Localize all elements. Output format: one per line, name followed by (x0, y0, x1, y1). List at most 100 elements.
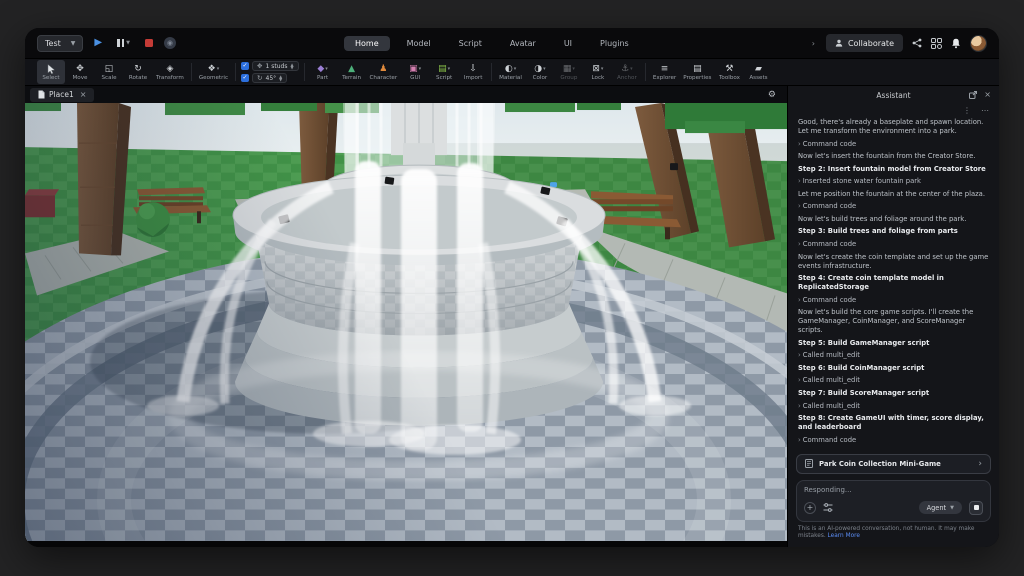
close-icon[interactable]: × (984, 91, 991, 99)
ribbon-tab[interactable]: UI (553, 36, 583, 51)
assistant-message: ›Now let's build trees and foliage aroun… (798, 215, 989, 224)
pause-button[interactable]: ▼ (113, 35, 134, 51)
stop-square-icon (974, 505, 979, 510)
insert-tools-group: ◆ ▾ Part ▲ ▾ Terrain ♟ ▾ (305, 59, 492, 85)
expand-chevron-icon[interactable]: › (798, 376, 801, 384)
geometric-icon: ❖ (208, 64, 216, 74)
assistant-message: ›Now let's build the core game scripts. … (798, 308, 989, 335)
studio-window: Test ▼ ▶ ▼ ◉ Home Model Script Avatar UI… (25, 28, 999, 547)
ribbon-tool[interactable]: ◑ ▾ Color (526, 60, 554, 84)
character-icon: ♟ (379, 64, 387, 74)
pause-icon (117, 39, 124, 47)
chevron-down-icon: ▾ (514, 66, 517, 72)
document-icon (38, 90, 45, 99)
ribbon-tool[interactable]: ⊠ ▾ Lock (584, 60, 612, 84)
ribbon-tool[interactable]: ▤ ▾ Properties (680, 60, 714, 84)
stepper-arrows-icon[interactable]: ▲▼ (279, 75, 282, 81)
ribbon-tool[interactable]: ▣ ▾ GUI (401, 60, 429, 84)
ribbon-tool[interactable]: ↻ ▾ Rotate (124, 60, 152, 84)
stepper-arrows-icon[interactable]: ▲▼ (290, 63, 293, 69)
material-sphere-icon: ◐ (505, 64, 513, 74)
tab-overflow-chevron-icon[interactable]: › (808, 39, 819, 48)
ribbon-tool[interactable]: ♟ ▾ Character (367, 60, 401, 84)
play-button[interactable]: ▶ (90, 35, 106, 51)
collaborate-button[interactable]: Collaborate (826, 34, 903, 52)
ribbon-tool[interactable]: ▰ ▾ Assets (744, 60, 772, 84)
ribbon-tool[interactable]: ◐ ▾ Material (496, 60, 525, 84)
chevron-down-icon: ▾ (572, 66, 575, 72)
expand-chevron-icon[interactable]: › (798, 177, 801, 185)
assistant-message: ›Step 4: Create coin template model in R… (798, 274, 989, 292)
ribbon-tool[interactable]: ⇩ ▾ Import (459, 60, 487, 84)
rotate-snap-field[interactable]: ↻ 45° ▲▼ (252, 73, 287, 83)
ribbon-tool[interactable]: ✥ ▾ Move (66, 60, 94, 84)
expand-chevron-icon[interactable]: › (798, 351, 801, 359)
group-icon: ▦ (563, 64, 572, 74)
learn-more-link[interactable]: Learn More (828, 533, 860, 539)
assistant-toggle-button[interactable] (931, 38, 942, 49)
transform-icon: ◈ (166, 64, 173, 74)
ribbon-tab[interactable]: Plugins (589, 36, 640, 51)
close-icon[interactable]: × (80, 90, 87, 99)
stop-button[interactable] (141, 35, 157, 51)
chevron-down-icon: ▾ (419, 66, 422, 72)
stop-generating-button[interactable] (969, 501, 983, 515)
artifact-card-mini-game[interactable]: Park Coin Collection Mini-Game › (796, 454, 991, 474)
more-options-icon[interactable]: ⋯ (981, 106, 989, 115)
chevron-down-icon: ▾ (601, 66, 604, 72)
expand-chevron-icon[interactable]: › (798, 296, 801, 304)
expand-chevron-icon[interactable]: › (798, 436, 801, 444)
ribbon-tab[interactable]: Model (396, 36, 442, 51)
share-button[interactable] (912, 38, 922, 48)
expand-chevron-icon[interactable]: › (798, 140, 801, 148)
ribbon-tool[interactable]: ⚓ ▾ Anchor (613, 60, 641, 84)
ribbon-tool[interactable]: ▾ Select (37, 60, 65, 84)
document-tab-place1[interactable]: Place1 × (30, 88, 94, 102)
playback-extra-button[interactable]: ◉ (164, 37, 176, 49)
assistant-title: Assistant (788, 91, 999, 100)
move-snap-checkbox[interactable]: ✓ (241, 62, 249, 70)
rotate-snap-checkbox[interactable]: ✓ (241, 74, 249, 82)
ribbon-tool[interactable]: ◆ ▾ Part (309, 60, 337, 84)
ribbon-tool[interactable]: ⚒ ▾ Toolbox (715, 60, 743, 84)
assistant-message: ›Now let's create the coin template and … (798, 253, 989, 271)
chevron-down-icon: ▾ (543, 66, 546, 72)
anchor-icon: ⚓ (621, 64, 629, 74)
assistant-panel: Assistant × ⋮ ⋯ ›Good, there's already a… (787, 86, 999, 547)
tune-sliders-icon[interactable] (823, 503, 833, 512)
ribbon-tool[interactable]: ◱ ▾ Scale (95, 60, 123, 84)
topbar-right-cluster: Collaborate (826, 34, 987, 52)
import-icon: ⇩ (469, 64, 477, 74)
part-cube-icon: ◆ (317, 64, 324, 74)
ribbon-tab[interactable]: Script (448, 36, 493, 51)
viewport-settings-gear-icon[interactable]: ⚙ (768, 90, 782, 100)
pop-out-icon[interactable] (969, 91, 977, 99)
ribbon-tool[interactable]: ❖ ▾ Geometric (196, 60, 231, 84)
move-snap-field[interactable]: ✥ 1 studs ▲▼ (252, 61, 298, 71)
test-mode-dropdown[interactable]: Test ▼ (37, 35, 83, 52)
ribbon-tool[interactable]: ▤ ▾ Script (430, 60, 458, 84)
ribbon-tool[interactable]: ≡ ▾ Explorer (650, 60, 679, 84)
ribbon-tab[interactable]: Avatar (499, 36, 547, 51)
agent-mode-dropdown[interactable]: Agent ▼ (919, 501, 962, 514)
user-avatar[interactable] (970, 35, 987, 52)
chevron-down-icon: ▼ (950, 505, 954, 511)
apps-grid-icon (931, 38, 942, 49)
attach-plus-button[interactable]: + (804, 502, 816, 514)
assistant-message: ›Inserted stone water fountain park (798, 177, 989, 186)
kebab-menu-icon[interactable]: ⋮ (963, 106, 971, 115)
expand-chevron-icon[interactable]: › (798, 402, 801, 410)
scene-tools-group: ◐ ▾ Material ◑ ▾ Color ▦ ▾ (492, 59, 645, 85)
expand-chevron-icon[interactable]: › (798, 240, 801, 248)
viewport-3d-scene[interactable] (25, 103, 787, 541)
ribbon-tool[interactable]: ▲ ▾ Terrain (338, 60, 366, 84)
assistant-message: ›Step 6: Build CoinManager script (798, 364, 989, 373)
assets-folder-icon: ▰ (755, 64, 762, 74)
expand-chevron-icon[interactable]: › (798, 202, 801, 210)
lock-icon: ⊠ (592, 64, 600, 74)
ribbon-tool[interactable]: ◈ ▾ Transform (153, 60, 187, 84)
ribbon-tool[interactable]: ▦ ▾ Group (555, 60, 583, 84)
notifications-button[interactable] (951, 38, 961, 49)
assistant-composer[interactable]: Responding... + Agent ▼ (796, 480, 991, 522)
ribbon-tab[interactable]: Home (344, 36, 390, 51)
